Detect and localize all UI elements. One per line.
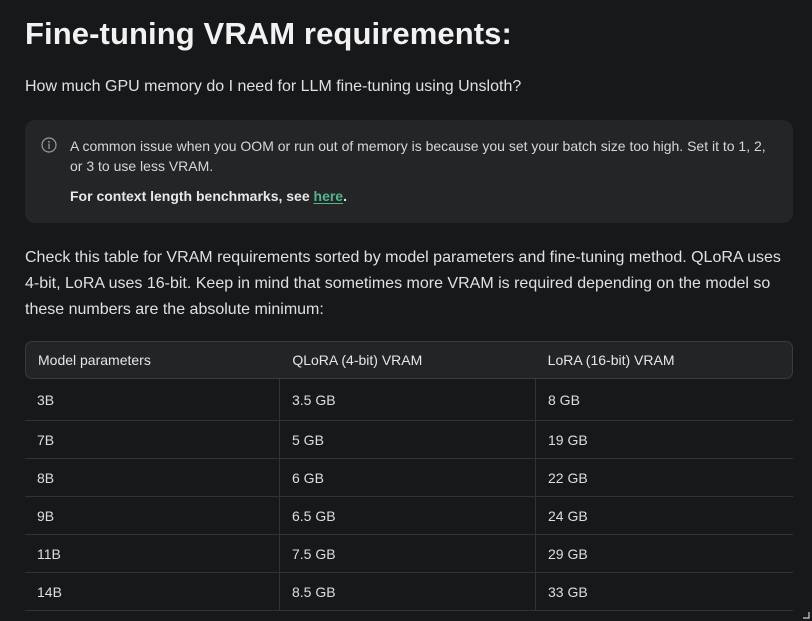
page-subtitle: How much GPU memory do I need for LLM fi… — [25, 78, 522, 95]
table-body: 3B 3.5 GB 8 GB 7B 5 GB 19 GB 8B 6 GB 22 … — [25, 379, 793, 611]
header-model-parameters: Model parameters — [38, 352, 151, 368]
cell-lora-vram: 29 GB — [548, 545, 588, 562]
cell-model-parameters: 9B — [25, 497, 280, 534]
cell-lora-vram: 33 GB — [548, 583, 588, 600]
table-row: 8B 6 GB 22 GB — [25, 459, 793, 497]
cell-model-parameters: 7B — [25, 421, 280, 458]
info-icon — [41, 137, 57, 153]
hint-text: A common issue when you OOM or run out o… — [70, 138, 766, 174]
resize-handle-icon[interactable] — [802, 611, 810, 619]
header-lora-vram: LoRA (16-bit) VRAM — [547, 352, 675, 368]
cell-model-parameters: 8B — [25, 459, 280, 496]
table-row: 14B 8.5 GB 33 GB — [25, 573, 793, 611]
cell-qlora-vram: 5 GB — [280, 421, 536, 458]
table-row: 7B 5 GB 19 GB — [25, 421, 793, 459]
cell-lora-vram: 22 GB — [548, 469, 588, 486]
cell-model-parameters: 3B — [25, 379, 280, 420]
hint-box: A common issue when you OOM or run out o… — [25, 120, 793, 223]
intro-paragraph: Check this table for VRAM requirements s… — [25, 249, 781, 318]
cell-model-parameters: 14B — [25, 573, 280, 610]
table-header: Model parameters QLoRA (4-bit) VRAM LoRA… — [25, 341, 793, 379]
cell-model-parameters: 11B — [25, 535, 280, 572]
hint-bold-suffix: . — [343, 188, 347, 204]
table-row: 9B 6.5 GB 24 GB — [25, 497, 793, 535]
cell-qlora-vram: 8.5 GB — [280, 573, 536, 610]
hint-benchmark-note: For context length benchmarks, see here. — [70, 188, 347, 204]
vram-table: Model parameters QLoRA (4-bit) VRAM LoRA… — [25, 341, 793, 611]
cell-lora-vram: 8 GB — [548, 391, 580, 408]
header-qlora-vram: QLoRA (4-bit) VRAM — [292, 352, 423, 368]
cell-qlora-vram: 3.5 GB — [280, 379, 536, 420]
cell-lora-vram: 24 GB — [548, 507, 588, 524]
table-row: 11B 7.5 GB 29 GB — [25, 535, 793, 573]
hint-bold-prefix: For context length benchmarks, see — [70, 188, 314, 204]
cell-qlora-vram: 7.5 GB — [280, 535, 536, 572]
cell-qlora-vram: 6.5 GB — [280, 497, 536, 534]
here-link[interactable]: here — [314, 188, 344, 204]
cell-lora-vram: 19 GB — [548, 431, 588, 448]
cell-qlora-vram: 6 GB — [280, 459, 536, 496]
table-row: 3B 3.5 GB 8 GB — [25, 379, 793, 421]
page-title: Fine-tuning VRAM requirements: — [25, 16, 512, 51]
